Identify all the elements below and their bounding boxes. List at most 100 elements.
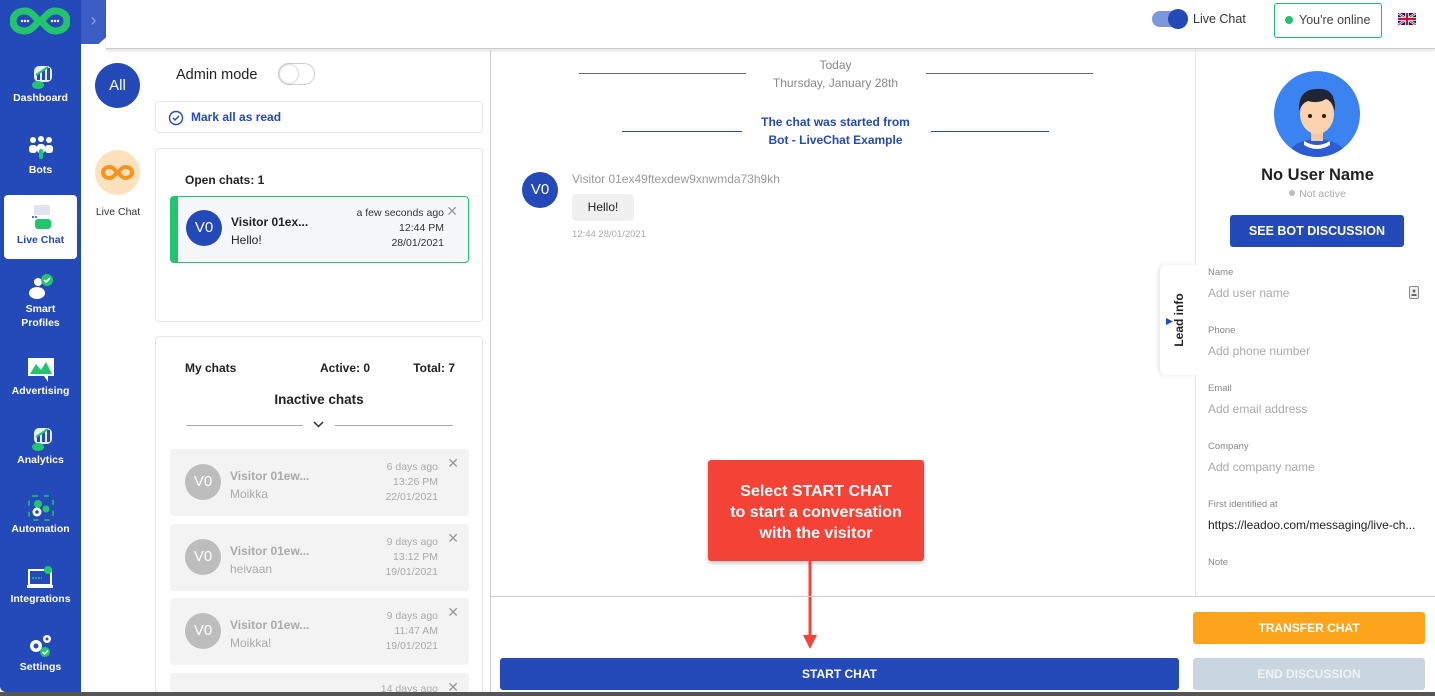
nav-item-bots[interactable]: Bots [4, 133, 77, 197]
filter-live-chat-label: Live Chat [95, 206, 141, 218]
check-circle-icon [168, 110, 184, 126]
window-bottom-edge [0, 692, 1435, 696]
divider [80, 50, 81, 692]
close-chat-icon[interactable]: ✕ [447, 604, 459, 621]
lead-info-tab[interactable]: Lead info [1160, 265, 1196, 375]
inactive-chat-item[interactable]: V0 Visitor 01ew... heivaan 9 days ago 13… [170, 524, 469, 591]
chat-timestamps: a few seconds ago 12:44 PM 28/01/2021 [356, 206, 444, 251]
chat-date: 22/01/2021 [385, 491, 438, 503]
sidebar-expand-button[interactable]: › [81, 0, 106, 44]
close-chat-icon[interactable]: ✕ [446, 203, 458, 220]
filter-live-chat-button[interactable] [95, 150, 140, 195]
chat-visitor-name: Visitor 01ew... [230, 469, 310, 483]
chat-visitor-name: Visitor 01ew... [230, 544, 310, 558]
chat-last-message: Moikka [230, 487, 269, 501]
close-chat-icon[interactable]: ✕ [447, 455, 459, 472]
field-label-name: Name [1208, 267, 1234, 278]
divider [491, 596, 1435, 597]
chat-timestamps: 9 days ago 11:47 AM 19/01/2021 [385, 609, 438, 654]
message-timestamp: 12:44 28/01/2021 [572, 229, 646, 240]
nav-item-settings[interactable]: Settings [4, 632, 77, 696]
status-dot-icon [1289, 190, 1296, 196]
chat-last-message: heivaan [230, 562, 273, 576]
visitor-avatar: V0 [186, 210, 222, 246]
inactive-chat-item[interactable]: V0 Visitor 01ew... Moikka! 9 days ago 11… [170, 598, 469, 665]
lead-info-label: Lead info [1172, 293, 1186, 347]
chat-timestamps: 9 days ago 13:12 PM 19/01/2021 [385, 535, 438, 580]
contact-card-icon[interactable] [1409, 286, 1419, 299]
nav-item-live-chat[interactable]: Live Chat [4, 195, 77, 259]
admin-mode-label: Admin mode [176, 67, 258, 83]
arrow-down-icon [803, 561, 817, 649]
close-chat-icon[interactable]: ✕ [447, 679, 459, 692]
nav-item-analytics[interactable]: Analytics [4, 425, 77, 489]
mark-all-read-button[interactable]: Mark all as read [155, 101, 483, 133]
visitor-avatar: V0 [185, 464, 221, 500]
inactive-chat-item[interactable]: V0 Visitor 01ew... Moikka 6 days ago 13:… [170, 449, 469, 516]
open-chat-item[interactable]: V0 Visitor 01ex... Hello! a few seconds … [170, 196, 469, 263]
chat-date: 28/01/2021 [391, 237, 444, 249]
email-field[interactable]: Add email address [1208, 402, 1307, 416]
nav-label: Automation [11, 523, 70, 535]
callout-line: Select START CHAT [740, 483, 892, 500]
company-field[interactable]: Add company name [1208, 460, 1315, 474]
nav-label: Analytics [17, 454, 64, 466]
online-dot-icon [1285, 16, 1293, 24]
user-status: Not active [1200, 188, 1435, 200]
phone-field[interactable]: Add phone number [1208, 344, 1310, 358]
chat-ago: 14 days ago [380, 683, 438, 692]
nav-item-integrations[interactable]: Integrations [4, 564, 77, 628]
nav-label: Dashboard [13, 92, 68, 104]
chat-date: 19/01/2021 [385, 640, 438, 652]
chat-ago: 9 days ago [386, 610, 438, 622]
chat-visitor-name: Visitor 01ew... [230, 618, 310, 632]
message-bubble: Hello! [572, 194, 634, 221]
chat-time: 11:47 AM [394, 625, 438, 637]
chat-timestamps: 14 days ago [381, 682, 438, 692]
transfer-chat-button[interactable]: TRANSFER CHAT [1193, 612, 1425, 644]
nav-item-advertising[interactable]: Advertising [4, 356, 77, 420]
chat-ago: a few seconds ago [356, 207, 444, 219]
field-label-company: Company [1208, 441, 1249, 452]
chat-visitor-name: Visitor 01ex... [231, 215, 309, 229]
leadoo-logo-icon[interactable] [10, 6, 70, 36]
divider [186, 425, 303, 426]
see-bot-discussion-button[interactable]: SEE BOT DISCUSSION [1230, 215, 1404, 247]
user-avatar [1274, 71, 1360, 157]
first-identified-value: https://leadoo.com/messaging/live-ch... [1208, 518, 1416, 532]
callout-line: to start a conversation [730, 504, 902, 521]
nav-label: Live Chat [16, 234, 65, 246]
field-label-email: Email [1208, 383, 1232, 394]
field-label-first-identified: First identified at [1208, 499, 1278, 510]
chat-origin-line2: Bot - LiveChat Example [768, 133, 903, 147]
admin-mode-toggle[interactable] [278, 63, 315, 85]
my-chats-label: My chats [185, 361, 237, 375]
user-avatar-icon [1289, 88, 1345, 157]
dashboard-icon [31, 66, 52, 89]
inactive-chat-item[interactable]: 14 days ago ✕ [170, 673, 469, 692]
end-discussion-button[interactable]: END DISCUSSION [1193, 658, 1425, 690]
user-name: No User Name [1261, 166, 1374, 184]
filter-all-button[interactable]: All [95, 63, 140, 108]
live-chat-icon [31, 205, 51, 229]
online-status-text: You're online [1299, 13, 1371, 27]
nav-item-automation[interactable]: Automation [4, 494, 77, 558]
nav-item-dashboard[interactable]: Dashboard [4, 63, 77, 127]
online-status-button[interactable]: You're online [1274, 3, 1382, 38]
chat-ago: 6 days ago [386, 461, 438, 473]
uk-flag-icon[interactable] [1398, 13, 1416, 25]
nav-item-smart-profiles[interactable]: Smart Profiles [4, 272, 77, 336]
start-chat-button[interactable]: START CHAT [500, 658, 1179, 690]
chat-last-message: Hello! [231, 233, 262, 247]
filter-all-label: All [109, 77, 126, 94]
smart-profiles-icon [28, 274, 53, 299]
name-field[interactable]: Add user name [1208, 286, 1289, 300]
chevron-down-icon[interactable] [313, 421, 324, 428]
live-chat-toggle[interactable] [1152, 9, 1188, 29]
integrations-icon [26, 566, 53, 588]
nav-label: Bots [28, 164, 53, 176]
close-chat-icon[interactable]: ✕ [447, 530, 459, 547]
automation-icon [27, 495, 54, 521]
my-chats-total: Total: 7 [413, 361, 455, 375]
nav-label: Integrations [10, 593, 71, 605]
